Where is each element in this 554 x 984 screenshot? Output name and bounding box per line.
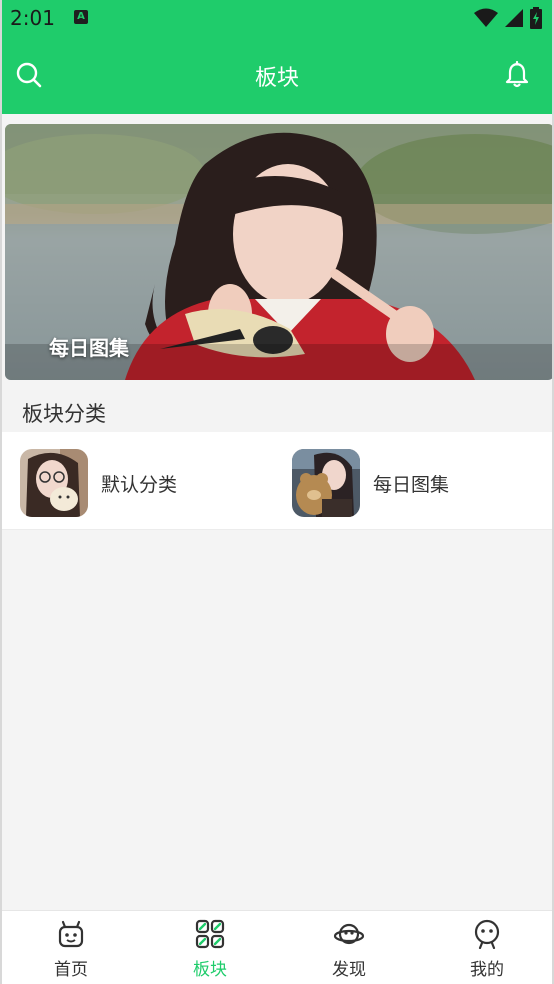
notifications-button[interactable] [500,58,534,92]
nav-label: 发现 [332,960,366,980]
content-area [2,538,552,910]
notification-icon: A [74,10,88,24]
planet-icon [333,923,365,945]
status-icons [474,6,542,30]
grid-blocks-icon [195,919,225,949]
signal-icon [505,9,523,27]
nav-label: 板块 [193,960,227,980]
battery-icon [530,7,542,29]
robot-home-icon [58,920,84,948]
face-icon [474,919,500,949]
bell-icon [505,61,529,88]
page-title: 板块 [254,66,299,91]
category-label: 默认分类 [101,473,178,496]
banner-carousel[interactable]: 每日图集 [5,124,552,380]
category-label: 每日图集 [373,473,450,496]
nav-label: 我的 [470,960,504,980]
banner-caption: 每日图集 [49,336,129,360]
nav-item-discover[interactable]: 发现 [280,911,418,984]
app-frame: 2:01 A 板块 每日图集 板块分类 默认分类 每日图集 首页 板块 发现 我… [0,0,554,984]
category-list: 默认分类 每日图集 [2,432,552,530]
category-thumbnail [292,449,360,517]
nav-label: 首页 [54,960,88,980]
status-time: 2:01 [10,6,55,30]
nav-item-mine[interactable]: 我的 [418,911,552,984]
bottom-navigation: 首页 板块 发现 我的 [2,910,552,984]
category-item-default[interactable]: 默认分类 [20,449,177,517]
category-thumbnail [20,449,88,517]
category-item-daily-gallery[interactable]: 每日图集 [292,449,449,517]
wifi-icon [474,8,498,27]
nav-item-blocks[interactable]: 板块 [141,911,279,984]
status-bar: 2:01 A [2,0,552,36]
section-header: 板块分类 [2,390,552,432]
app-bar: 板块 [2,36,552,114]
nav-item-home[interactable]: 首页 [2,911,140,984]
section-title: 板块分类 [22,402,106,426]
